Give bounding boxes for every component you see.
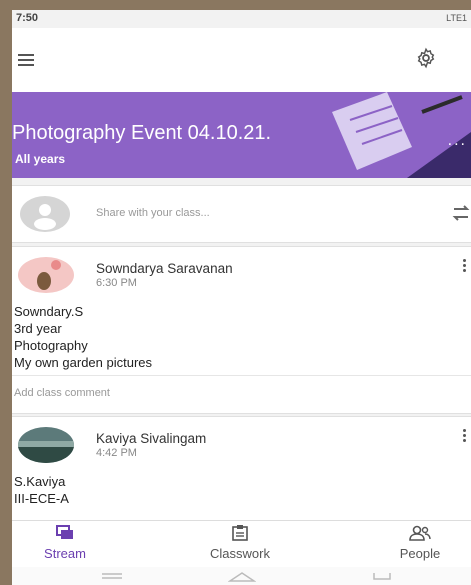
post-time: 6:30 PM (96, 277, 137, 289)
class-banner[interactable]: Photography Event 04.10.21. All years ..… (12, 92, 471, 178)
author-avatar (18, 427, 74, 463)
post-time: 4:42 PM (96, 447, 137, 459)
status-time: 7:50 (16, 12, 39, 24)
class-subtitle: All years (15, 152, 66, 166)
tab-label: Stream (44, 546, 86, 561)
post-line: My own garden pictures (14, 355, 153, 370)
stream-icon (56, 525, 73, 539)
more-options-icon[interactable] (461, 259, 469, 275)
share-input[interactable]: Share with your class... (96, 207, 210, 219)
tab-label: People (399, 546, 441, 561)
menu-icon[interactable] (18, 54, 34, 66)
tab-people[interactable]: People (380, 525, 460, 561)
post-line: S.Kaviya (14, 474, 66, 489)
author-avatar (18, 257, 74, 293)
banner-more-icon[interactable]: ... (448, 132, 467, 150)
classwork-icon (232, 525, 248, 541)
stream-post[interactable]: Kaviya Sivalingam 4:42 PM S.Kaviya III-E… (12, 416, 471, 524)
divider (12, 375, 471, 376)
back-icon[interactable] (370, 571, 394, 583)
tab-classwork[interactable]: Classwork (190, 525, 290, 561)
people-icon (409, 525, 431, 541)
share-card[interactable]: Share with your class... (12, 185, 471, 243)
post-author: Sowndarya Saravanan (96, 261, 233, 276)
post-body: S.Kaviya III-ECE-A (14, 473, 69, 507)
signal-indicator: LTE1 (446, 13, 467, 23)
phone-screen: 7:50 LTE1 Photography Event 04.10.21. Al… (12, 10, 471, 585)
add-comment-input[interactable]: Add class comment (14, 387, 110, 399)
post-line: Photography (14, 338, 88, 353)
system-navigation-bar (12, 567, 471, 585)
repost-icon[interactable] (451, 202, 471, 224)
stream-post[interactable]: Sowndarya Saravanan 6:30 PM Sowndary.S 3… (12, 246, 471, 414)
recents-icon[interactable] (100, 571, 124, 581)
gear-icon[interactable] (415, 47, 437, 69)
class-title: Photography Event 04.10.21. (12, 122, 272, 144)
post-line: 3rd year (14, 321, 62, 336)
home-icon[interactable] (228, 571, 256, 583)
app-toolbar (12, 28, 471, 92)
post-body: Sowndary.S 3rd year Photography My own g… (14, 303, 152, 371)
tab-stream[interactable]: Stream (30, 525, 100, 561)
post-line: Sowndary.S (14, 304, 84, 319)
user-avatar (20, 196, 70, 232)
status-bar: 7:50 LTE1 (12, 10, 471, 28)
tab-label: Classwork (210, 546, 270, 561)
bottom-navigation: Stream Classwork People (12, 520, 471, 568)
post-author: Kaviya Sivalingam (96, 431, 207, 446)
post-line: III-ECE-A (14, 491, 69, 506)
more-options-icon[interactable] (461, 429, 469, 445)
